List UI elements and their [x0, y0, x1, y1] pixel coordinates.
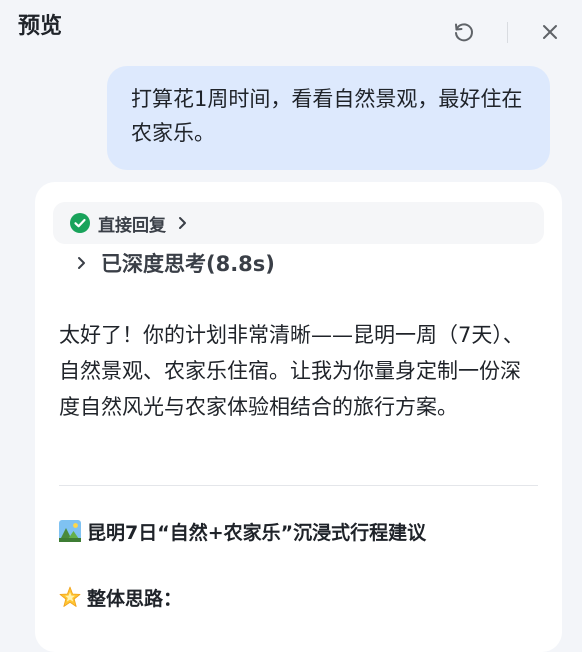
overview-heading: 整体思路：	[59, 580, 182, 614]
chevron-right-icon	[75, 256, 87, 270]
plan-heading: 昆明7日“自然+农家乐”沉浸式行程建议	[59, 514, 426, 548]
direct-reply-toggle[interactable]: 直接回复	[53, 202, 544, 244]
user-message-bubble: 打算花1周时间，看看自然景观，最好住在农家乐。	[107, 66, 550, 170]
plan-heading-text: 昆明7日“自然+农家乐”沉浸式行程建议	[87, 521, 427, 544]
overview-heading-text: 整体思路：	[87, 587, 183, 610]
deep-thinking-toggle[interactable]: 已深度思考(8.8s)	[75, 246, 275, 280]
close-button[interactable]	[536, 18, 564, 46]
refresh-button[interactable]	[450, 18, 478, 46]
preview-header: 预览	[0, 0, 582, 60]
assistant-message-card: 直接回复 已深度思考(8.8s) 太好了！你的计划非常清晰——昆明一周（7天）、…	[35, 182, 562, 652]
refresh-icon	[455, 23, 473, 42]
deep-thinking-label: 已深度思考(8.8s)	[101, 252, 275, 276]
header-divider	[507, 22, 508, 43]
chevron-right-icon	[176, 216, 188, 230]
page-title: 预览	[18, 14, 63, 39]
check-circle-icon	[70, 213, 90, 233]
close-icon	[543, 25, 557, 39]
direct-reply-label: 直接回复	[98, 215, 166, 236]
answer-paragraph: 太好了！你的计划非常清晰——昆明一周（7天）、自然景观、农家乐住宿。让我为你量身…	[59, 323, 524, 419]
landscape-emoji-icon	[59, 520, 81, 542]
glowing-star-emoji-icon	[59, 586, 81, 608]
horizontal-divider	[59, 485, 538, 486]
